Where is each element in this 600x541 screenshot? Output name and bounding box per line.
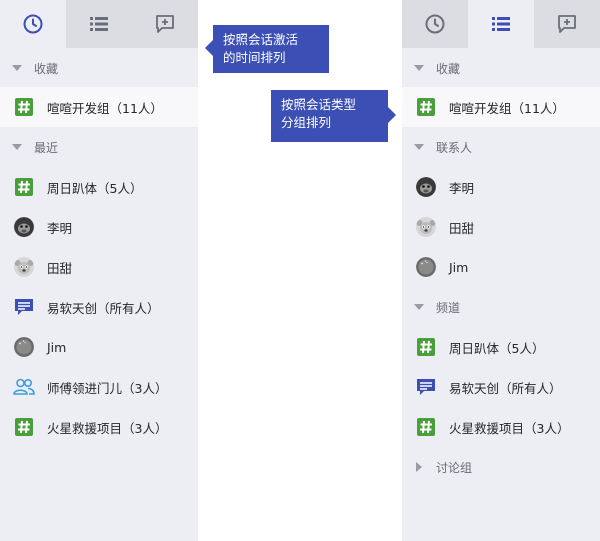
right-tab-bar [402,0,600,48]
section-label: 收藏 [34,61,59,76]
koala-avatar [415,217,436,237]
item-label: 喧喧开发组（11人） [47,100,163,116]
list-item[interactable]: 李明 [402,167,600,207]
list-item[interactable]: 李明 [0,207,198,247]
caret-down-icon [414,304,424,310]
caret-down-icon [414,65,424,71]
callout-type-sort: 按照会话类型 分组排列 [271,90,396,142]
item-label: 李明 [47,220,73,236]
hash-icon [14,418,33,436]
callout-time-sort: 按照会话激活 的时间排列 [205,25,329,73]
hash-icon [14,98,33,116]
caret-down-icon [12,144,22,150]
item-label: 师傅领进门儿（3人） [47,380,168,396]
tab-recent[interactable] [0,0,66,48]
item-label: 周日趴体（5人） [47,180,143,196]
caret-down-icon [414,144,424,150]
tab-grouped[interactable] [468,0,534,48]
left-chat-list-panel: 收藏 喧喧开发组（11人） 最近 周日趴体（5人） 李明 田甜 易软天创（所有人… [0,0,198,541]
hash-icon [416,418,435,436]
list-item[interactable]: 易软天创（所有人） [0,287,198,327]
caret-right-icon [416,462,422,472]
hash-icon [416,98,435,116]
list-icon [492,17,510,31]
chat-add-icon [558,15,576,33]
list-item[interactable]: 火星救援项目（3人） [0,407,198,447]
list-item[interactable]: Jim [402,247,600,287]
item-label: 田甜 [449,220,475,236]
list-item[interactable]: 易软天创（所有人） [402,367,600,407]
section-label: 频道 [436,300,461,315]
item-label: 田甜 [47,260,73,276]
list-item[interactable]: 师傅领进门儿（3人） [0,367,198,407]
item-label: 火星救援项目（3人） [47,420,168,436]
callout-line: 的时间排列 [223,50,286,65]
section-contacts[interactable]: 联系人 [402,127,600,167]
list-item[interactable]: 喧喧开发组（11人） [402,87,600,127]
item-label: 火星救援项目（3人） [449,420,570,436]
list-item[interactable]: 周日趴体（5人） [0,167,198,207]
flag-avatar [13,337,34,357]
section-label: 最近 [34,140,59,155]
callout-line: 按照会话激活 [223,32,299,47]
section-label: 联系人 [436,140,473,155]
list-item[interactable]: Jim [0,327,198,367]
clock-icon [23,14,43,34]
group-people-icon [12,378,35,395]
section-label: 收藏 [436,61,461,76]
clock-icon [425,14,445,34]
chat-bubble-icon [416,379,435,395]
chat-bubble-icon [14,299,33,315]
flag-avatar [415,257,436,277]
caret-down-icon [12,65,22,71]
list-item[interactable]: 田甜 [0,247,198,287]
list-icon [90,17,108,31]
left-tab-bar [0,0,198,48]
chat-add-icon [156,15,174,33]
tab-grouped[interactable] [66,0,132,48]
tab-new-chat[interactable] [132,0,198,48]
tab-new-chat[interactable] [534,0,600,48]
koala-avatar [13,257,34,277]
gorilla-avatar [415,177,436,197]
item-label: 喧喧开发组（11人） [449,100,565,116]
section-recent[interactable]: 最近 [0,127,198,167]
section-channels[interactable]: 频道 [402,287,600,327]
tab-recent[interactable] [402,0,468,48]
callout-line: 按照会话类型 [281,97,357,112]
list-item[interactable]: 周日趴体（5人） [402,327,600,367]
list-item[interactable]: 喧喧开发组（11人） [0,87,198,127]
callout-line: 分组排列 [281,115,332,130]
hash-icon [14,178,33,196]
item-label: 李明 [449,180,475,196]
item-label: 易软天创（所有人） [449,380,562,396]
list-item[interactable]: 火星救援项目（3人） [402,407,600,447]
item-label: Jim [449,259,469,275]
item-label: 易软天创（所有人） [47,300,160,316]
right-chat-list-panel: 收藏 喧喧开发组（11人） 联系人 李明 田甜 Jim 频道 周日趴体（5人） … [402,0,600,541]
section-label: 讨论组 [436,460,473,475]
section-favorites[interactable]: 收藏 [402,48,600,88]
list-item[interactable]: 田甜 [402,207,600,247]
section-discussion-groups[interactable]: 讨论组 [402,447,600,487]
item-label: 周日趴体（5人） [449,340,545,356]
gorilla-avatar [13,217,34,237]
item-label: Jim [47,339,67,355]
hash-icon [416,338,435,356]
section-favorites[interactable]: 收藏 [0,48,198,88]
